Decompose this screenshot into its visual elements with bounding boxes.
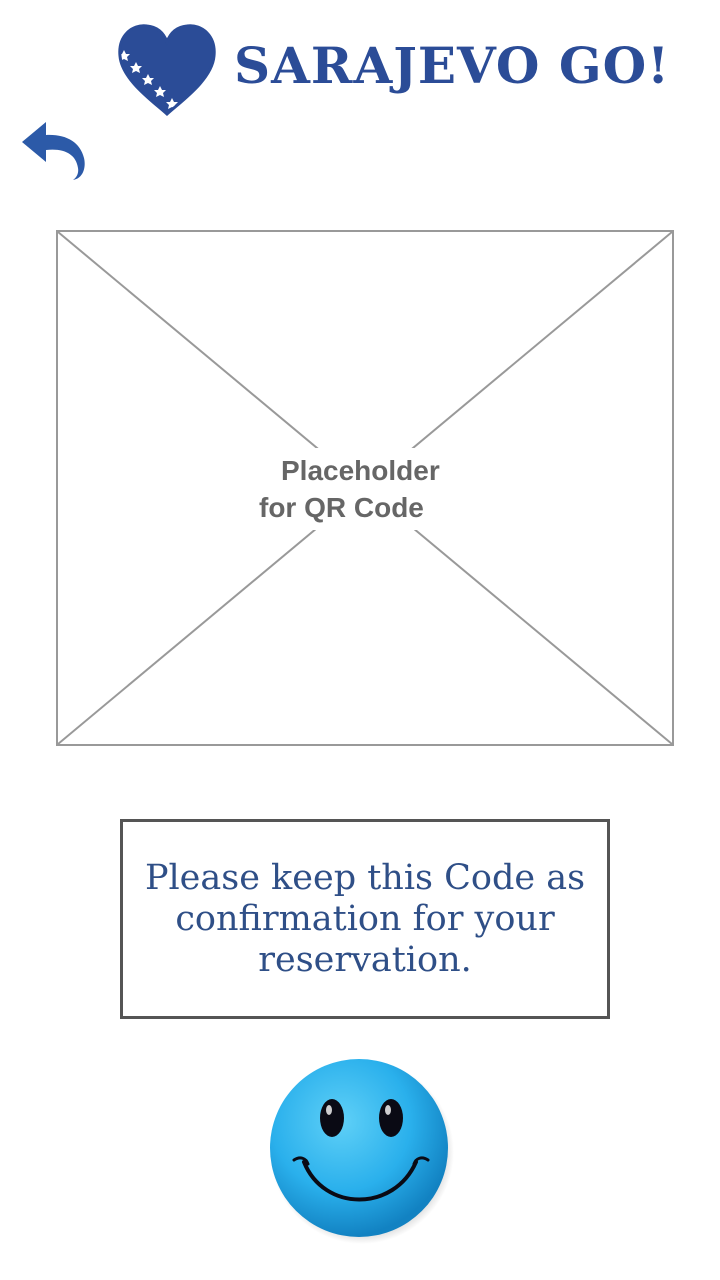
heart-flag-icon	[118, 24, 216, 117]
reservation-confirmation-screen: SARAJEVO GO! Placeholder for QR Code Ple…	[0, 0, 720, 1280]
back-arrow-icon	[22, 122, 85, 180]
qr-placeholder-label: Placeholder for QR Code	[253, 448, 495, 530]
smiley-face-image	[270, 1059, 454, 1244]
app-logo: SARAJEVO GO!	[116, 22, 669, 118]
confirmation-message-box: Please keep this Code as confirmation fo…	[120, 819, 610, 1019]
back-button[interactable]	[18, 116, 88, 186]
app-title: SARAJEVO GO!	[234, 36, 671, 95]
qr-placeholder-line1: Placeholder	[281, 455, 440, 486]
qr-code-placeholder: Placeholder for QR Code	[56, 230, 674, 746]
qr-placeholder-line2: for QR Code	[259, 492, 424, 523]
confirmation-message: Please keep this Code as confirmation fo…	[144, 857, 586, 980]
